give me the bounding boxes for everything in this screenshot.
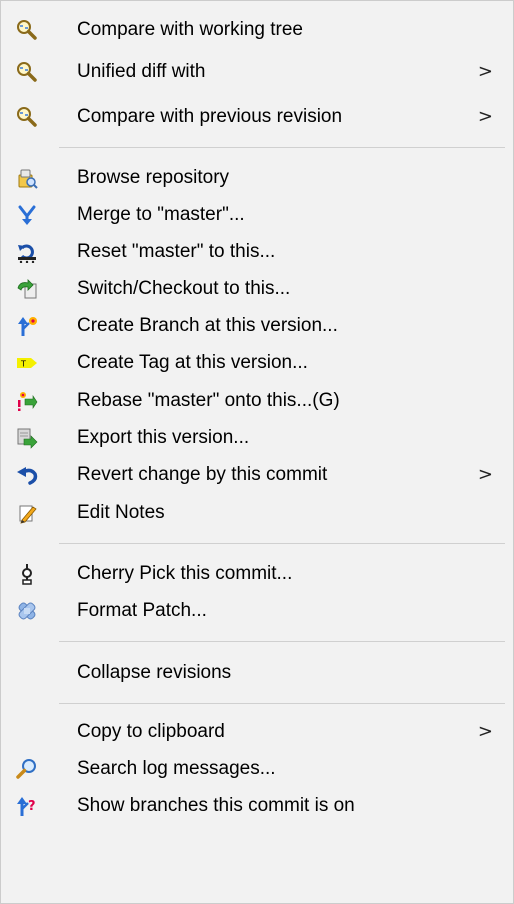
menu-item-label: Rebase "master" onto this...(G) (77, 390, 340, 411)
magnifier-compare-icon (16, 19, 38, 41)
menu-separator (59, 703, 505, 704)
menu-item-unified-diff[interactable]: Unified diff with > (1, 52, 513, 92)
menu-item-label: Compare with working tree (77, 19, 303, 40)
menu-item-label: Search log messages... (77, 758, 276, 779)
menu-item-search-log[interactable]: Search log messages... (1, 749, 513, 789)
menu-item-copy-clipboard[interactable]: Copy to clipboard > (1, 712, 513, 752)
submenu-arrow-icon: > (477, 464, 493, 485)
menu-separator (59, 543, 505, 544)
merge-icon (16, 204, 38, 226)
menu-item-revert[interactable]: Revert change by this commit > (1, 455, 513, 495)
menu-item-edit-notes[interactable]: Edit Notes (1, 493, 513, 533)
svg-text:T: T (20, 360, 26, 369)
menu-separator (59, 147, 505, 148)
menu-separator (59, 641, 505, 642)
menu-item-label: Switch/Checkout to this... (77, 278, 291, 299)
reset-icon (16, 241, 38, 263)
menu-item-export[interactable]: Export this version... (1, 418, 513, 458)
menu-item-label: Browse repository (77, 167, 230, 188)
switch-checkout-icon (16, 278, 38, 300)
menu-item-label: Copy to clipboard (77, 721, 225, 742)
menu-item-label: Format Patch... (77, 600, 207, 621)
svg-text:?: ? (28, 799, 36, 814)
menu-item-label: Cherry Pick this commit... (77, 563, 293, 584)
create-tag-icon: T (16, 352, 38, 374)
menu-item-label: Create Tag at this version... (77, 352, 308, 373)
menu-item-merge[interactable]: Merge to "master"... (1, 195, 513, 235)
edit-notes-icon (16, 502, 38, 524)
menu-item-compare-previous[interactable]: Compare with previous revision > (1, 97, 513, 137)
rebase-icon (16, 390, 38, 412)
export-icon (16, 427, 38, 449)
menu-item-cherry-pick[interactable]: Cherry Pick this commit... (1, 554, 513, 594)
show-branches-icon: ? (16, 795, 38, 817)
magnifier-compare-icon (16, 106, 38, 128)
menu-item-label: Revert change by this commit (77, 464, 328, 485)
menu-item-compare-working-tree[interactable]: Compare with working tree (1, 10, 513, 50)
menu-item-label: Create Branch at this version... (77, 315, 338, 336)
menu-item-create-tag[interactable]: T Create Tag at this version... (1, 343, 513, 383)
submenu-arrow-icon: > (477, 106, 493, 127)
menu-item-format-patch[interactable]: Format Patch... (1, 591, 513, 631)
menu-item-collapse-revisions[interactable]: Collapse revisions (1, 653, 513, 693)
revert-icon (16, 464, 38, 486)
search-icon (16, 758, 38, 780)
menu-item-label: Merge to "master"... (77, 204, 245, 225)
menu-item-rebase[interactable]: Rebase "master" onto this...(G) (1, 381, 513, 421)
menu-item-label: Export this version... (77, 427, 250, 448)
repo-browser-icon (16, 167, 38, 189)
create-branch-icon (16, 315, 38, 337)
menu-item-label: Show branches this commit is on (77, 795, 355, 816)
menu-item-label: Unified diff with (77, 61, 206, 82)
menu-item-reset[interactable]: Reset "master" to this... (1, 232, 513, 272)
cherry-pick-icon (16, 563, 38, 585)
menu-item-switch-checkout[interactable]: Switch/Checkout to this... (1, 269, 513, 309)
menu-item-label: Compare with previous revision (77, 106, 343, 127)
menu-item-show-branches[interactable]: ? Show branches this commit is on (1, 786, 513, 826)
submenu-arrow-icon: > (477, 721, 493, 742)
magnifier-compare-icon (16, 61, 38, 83)
menu-item-browse-repository[interactable]: Browse repository (1, 158, 513, 198)
submenu-arrow-icon: > (477, 61, 493, 82)
context-menu: Compare with working tree Unified diff w… (0, 0, 514, 904)
menu-item-label: Edit Notes (77, 502, 165, 523)
menu-item-create-branch[interactable]: Create Branch at this version... (1, 306, 513, 346)
format-patch-icon (16, 600, 38, 622)
menu-item-label: Collapse revisions (77, 662, 232, 683)
menu-item-label: Reset "master" to this... (77, 241, 276, 262)
